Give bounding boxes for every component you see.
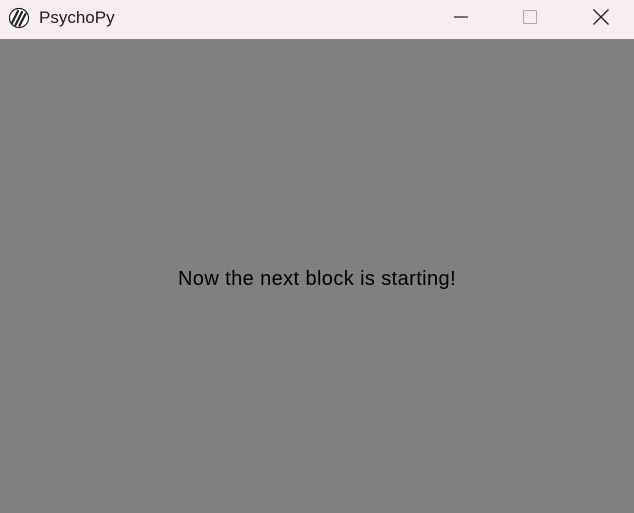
close-button[interactable] — [566, 0, 634, 39]
maximize-button[interactable] — [495, 0, 565, 39]
minimize-icon — [453, 9, 469, 30]
window-title: PsychoPy — [39, 8, 115, 27]
psychopy-logo-icon — [8, 7, 30, 29]
title-bar[interactable]: PsychoPy — [0, 0, 634, 39]
minimize-button[interactable] — [426, 0, 496, 39]
psychopy-window: PsychoPy Now the next block is starting! — [0, 0, 634, 513]
maximize-icon — [522, 9, 538, 30]
stimulus-text: Now the next block is starting! — [177, 268, 457, 290]
experiment-stage: Now the next block is starting! — [0, 39, 634, 513]
close-icon — [592, 8, 610, 31]
